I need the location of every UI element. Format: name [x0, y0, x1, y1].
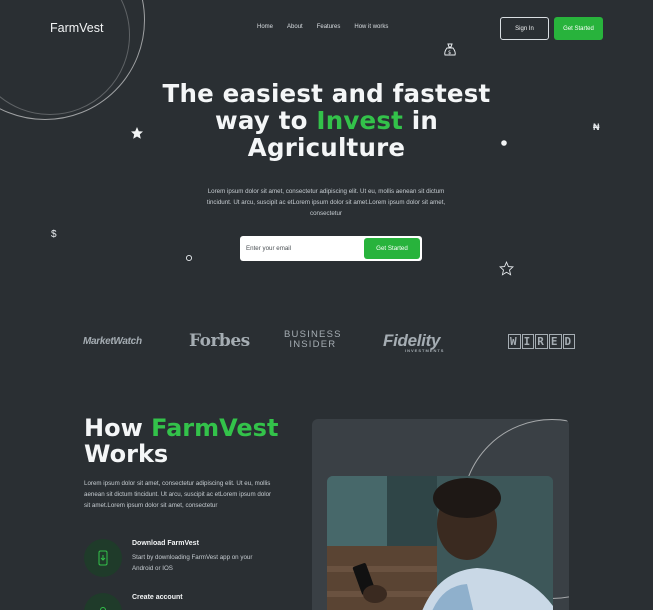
wired-letter: I [521, 334, 535, 349]
nav-about[interactable]: About [287, 24, 303, 30]
email-signup-form: Get Started [240, 236, 422, 261]
fidelity-subtext: INVESTMENTS [405, 348, 445, 353]
hero-subtitle: Lorem ipsum dolor sit amet, consectetur … [206, 188, 446, 217]
wired-letter: W [508, 334, 521, 349]
svg-text:$: $ [448, 50, 451, 56]
forbes-logo: Forbes [189, 331, 250, 351]
how-title-prefix: How [84, 414, 152, 442]
nav-how-it-works[interactable]: How it works [354, 24, 388, 30]
step-title: Create account [132, 594, 183, 601]
wired-letter: D [562, 334, 576, 349]
email-input[interactable] [246, 241, 358, 256]
business-insider-logo: BUSINESS INSIDER [284, 330, 342, 350]
sign-in-button[interactable]: Sign In [500, 17, 549, 40]
business-insider-line2: INSIDER [289, 339, 337, 350]
step-text: Start by downloading FarmVest app on you… [132, 554, 253, 572]
wired-letter: R [535, 334, 548, 349]
get-started-button[interactable]: Get Started [554, 17, 603, 40]
dollar-icon: $ [51, 229, 57, 240]
farmer-photo [327, 476, 553, 610]
step-title: Download FarmVest [132, 540, 199, 547]
phone-download-icon [84, 539, 122, 577]
main-nav: Home About Features How it works [257, 24, 388, 30]
money-bag-icon: $ [444, 43, 456, 56]
logo[interactable]: FarmVest [50, 21, 104, 35]
wired-logo: WIRED [508, 334, 576, 349]
hero-title-in: in [403, 106, 438, 135]
marketwatch-logo: MarketWatch [83, 336, 142, 347]
landing-page: FarmVest Home About Features How it work… [0, 0, 653, 610]
nav-home[interactable]: Home [257, 24, 273, 30]
naira-icon: ₦ [593, 122, 600, 132]
how-title-accent: FarmVest [151, 414, 279, 442]
how-it-works-title: How FarmVest Works [84, 415, 278, 467]
star-filled-icon [131, 127, 143, 139]
hero-title-accent: Invest [316, 106, 404, 135]
how-it-works-description: Lorem ipsum dolor sit amet, consectetur … [84, 480, 272, 509]
hero-title-line1: The easiest and fastest [162, 79, 491, 108]
account-icon [84, 593, 122, 610]
decorative-ring [0, 0, 130, 115]
step-download: Download FarmVest Start by downloading F… [84, 539, 284, 579]
how-title-line2: Works [84, 440, 169, 468]
step-create-account: Create account [84, 593, 284, 610]
hero-title-line3: Agriculture [247, 133, 406, 162]
hero-title-way: way to [214, 106, 317, 135]
star-outline-icon [499, 261, 514, 276]
press-logos: MarketWatch Forbes BUSINESS INSIDER Fide… [0, 330, 653, 356]
nav-features[interactable]: Features [317, 24, 341, 30]
fidelity-logo: Fidelity INVESTMENTS [383, 331, 443, 353]
hero-title: The easiest and fastest way to Invest in… [150, 80, 503, 161]
email-get-started-button[interactable]: Get Started [364, 238, 420, 259]
circle-outline-icon [185, 254, 193, 262]
wired-letter: E [548, 334, 562, 349]
